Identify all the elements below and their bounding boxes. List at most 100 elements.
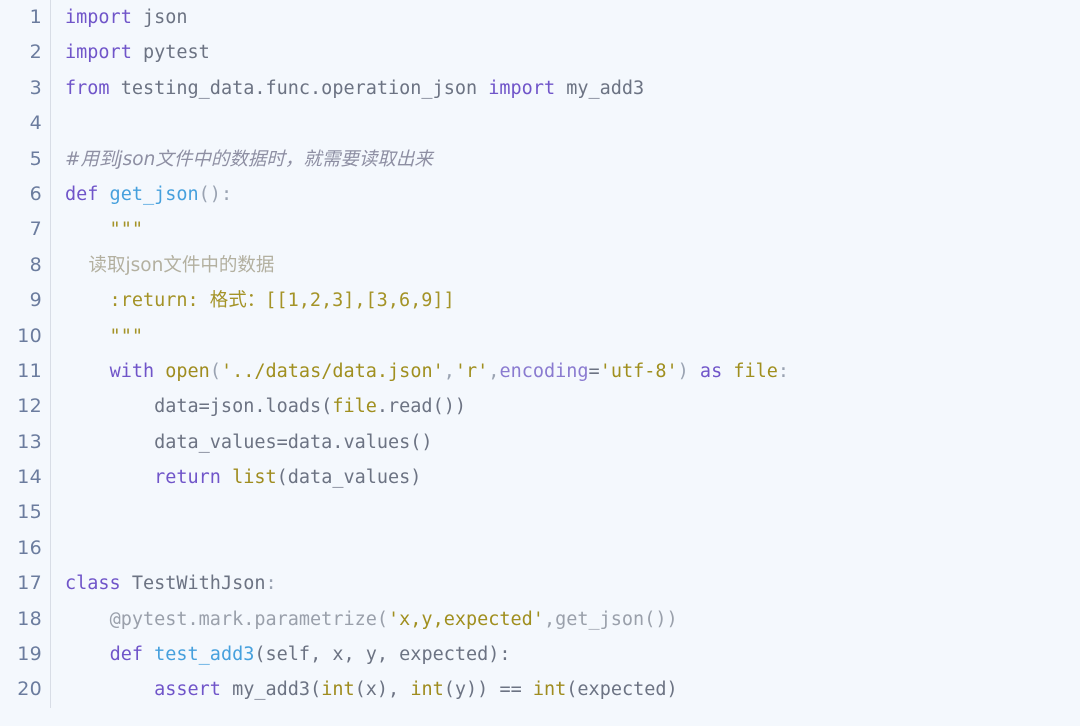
line-content[interactable]: data=json.loads(file.read()) — [51, 389, 1080, 424]
keyword-class: class — [65, 573, 121, 595]
operator-equality: == — [499, 679, 533, 701]
line-content[interactable]: """ — [51, 212, 1080, 247]
line-content[interactable]: from testing_data.func.operation_json im… — [51, 71, 1080, 106]
decorator-parametrize: @pytest.mark.parametrize( — [109, 608, 389, 630]
line-number: 9 — [29, 289, 42, 312]
punctuation: , — [488, 360, 500, 382]
variable-file: file — [733, 360, 778, 382]
comment-text: #用到json文件中的数据时，就需要读取出来 — [65, 148, 433, 170]
keyword-import: import — [488, 77, 556, 99]
builtin-open: open — [154, 360, 210, 382]
docstring-return-tag: :return: 格式：[[1,2,3],[3,6,9]] — [65, 290, 455, 312]
code-area[interactable]: 1 import json 2 import pytest 3 from tes… — [0, 0, 1080, 708]
code-line: 12 data=json.loads(file.read()) — [0, 389, 1080, 425]
line-number: 2 — [29, 41, 42, 64]
keyword-return: return — [154, 467, 221, 489]
line-content[interactable]: :return: 格式：[[1,2,3],[3,6,9]] — [51, 283, 1080, 318]
code-line: 16 — [0, 530, 1080, 567]
code-line: 10 """ — [0, 318, 1080, 354]
keyword-with: with — [109, 360, 155, 382]
string-encoding: 'utf-8' — [599, 360, 678, 382]
punctuation: (): — [198, 183, 233, 205]
function-name: get_json — [98, 183, 199, 205]
code-line: 11 with open('../datas/data.json','r',en… — [0, 353, 1080, 390]
line-number: 3 — [29, 76, 42, 99]
line-number: 6 — [29, 182, 42, 205]
assignment-expression: data=json.loads( — [65, 396, 333, 418]
line-content[interactable]: """ — [51, 319, 1080, 354]
call-arguments: (expected) — [566, 679, 678, 701]
code-line: 8 读取json文件中的数据 — [0, 247, 1080, 284]
line-content[interactable]: 读取json文件中的数据 — [51, 248, 1080, 283]
code-line: 2 import pytest — [0, 35, 1080, 71]
line-number: 11 — [17, 359, 42, 382]
keyword-from: from — [65, 77, 110, 99]
punctuation: ) — [677, 360, 689, 382]
line-number: 18 — [17, 607, 42, 630]
line-content[interactable]: #用到json文件中的数据时，就需要读取出来 — [51, 142, 1080, 177]
punctuation: : — [777, 360, 790, 382]
line-content[interactable]: return list(data_values) — [51, 460, 1080, 495]
function-name: test_add3 — [142, 644, 255, 666]
module-path: testing_data.func.operation_json — [109, 77, 489, 99]
imported-name: my_add3 — [555, 77, 645, 99]
keyword-def: def — [109, 644, 143, 666]
keyword-import: import — [65, 7, 132, 28]
class-name: TestWithJson — [120, 573, 266, 595]
line-number: 8 — [29, 253, 42, 276]
line-content[interactable]: def test_add3(self, x, y, expected): — [51, 637, 1080, 672]
builtin-int: int — [532, 679, 567, 701]
line-number: 20 — [17, 678, 42, 701]
code-line: 7 """ — [0, 212, 1080, 248]
method-call: .read()) — [376, 396, 466, 418]
line-number: 4 — [29, 112, 42, 135]
code-line: 18 @pytest.mark.parametrize('x,y,expecte… — [0, 601, 1080, 638]
decorator-arguments: ,get_json()) — [543, 608, 678, 630]
code-line: 5 #用到json文件中的数据时，就需要读取出来 — [0, 141, 1080, 177]
builtin-int: int — [410, 679, 444, 701]
gutter-divider — [50, 106, 51, 142]
call-arguments: (data_values) — [276, 467, 422, 489]
line-content[interactable]: import pytest — [51, 35, 1080, 70]
operator: = — [588, 360, 600, 382]
line-content[interactable]: data_values=data.values() — [51, 425, 1080, 460]
keyword-assert: assert — [154, 679, 221, 701]
line-content[interactable]: def get_json(): — [51, 177, 1080, 212]
line-number: 16 — [17, 536, 42, 559]
assignment-expression: data_values=data.values() — [65, 431, 433, 453]
line-number: 5 — [29, 147, 42, 170]
docstring-delimiter: """ — [65, 219, 143, 241]
string-path: '../datas/data.json' — [220, 360, 444, 382]
code-line: 1 import json — [0, 0, 1080, 36]
variable-file: file — [332, 396, 377, 418]
line-number: 10 — [17, 324, 42, 347]
gutter-divider — [50, 495, 51, 531]
code-line: 13 data_values=data.values() — [0, 424, 1080, 461]
line-content[interactable]: @pytest.mark.parametrize('x,y,expected',… — [51, 602, 1080, 637]
line-content[interactable]: import json — [51, 0, 1080, 35]
line-content[interactable]: with open('../datas/data.json','r',encod… — [51, 354, 1080, 389]
keyword-import: import — [65, 42, 132, 64]
line-content[interactable]: class TestWithJson: — [51, 566, 1080, 601]
code-line: 17 class TestWithJson: — [0, 566, 1080, 602]
kwarg-encoding: encoding — [499, 360, 589, 382]
keyword-as: as — [688, 360, 734, 382]
function-parameters: (self, x, y, expected): — [254, 644, 511, 666]
builtin-list: list — [220, 467, 277, 489]
line-number: 7 — [29, 218, 42, 241]
line-number: 12 — [17, 395, 42, 418]
call-arguments: (x), — [354, 679, 411, 701]
code-line: 15 — [0, 495, 1080, 531]
code-line: 3 from testing_data.func.operation_json … — [0, 70, 1080, 107]
gutter-divider — [50, 530, 51, 567]
code-editor[interactable]: 1 import json 2 import pytest 3 from tes… — [0, 0, 1080, 726]
code-line: 14 return list(data_values) — [0, 460, 1080, 496]
string-mode: 'r' — [454, 360, 489, 382]
builtin-int: int — [321, 679, 355, 701]
line-number: 17 — [17, 572, 42, 595]
line-content[interactable]: assert my_add3(int(x), int(y)) == int(ex… — [51, 672, 1080, 707]
string-argnames: 'x,y,expected' — [388, 608, 544, 630]
